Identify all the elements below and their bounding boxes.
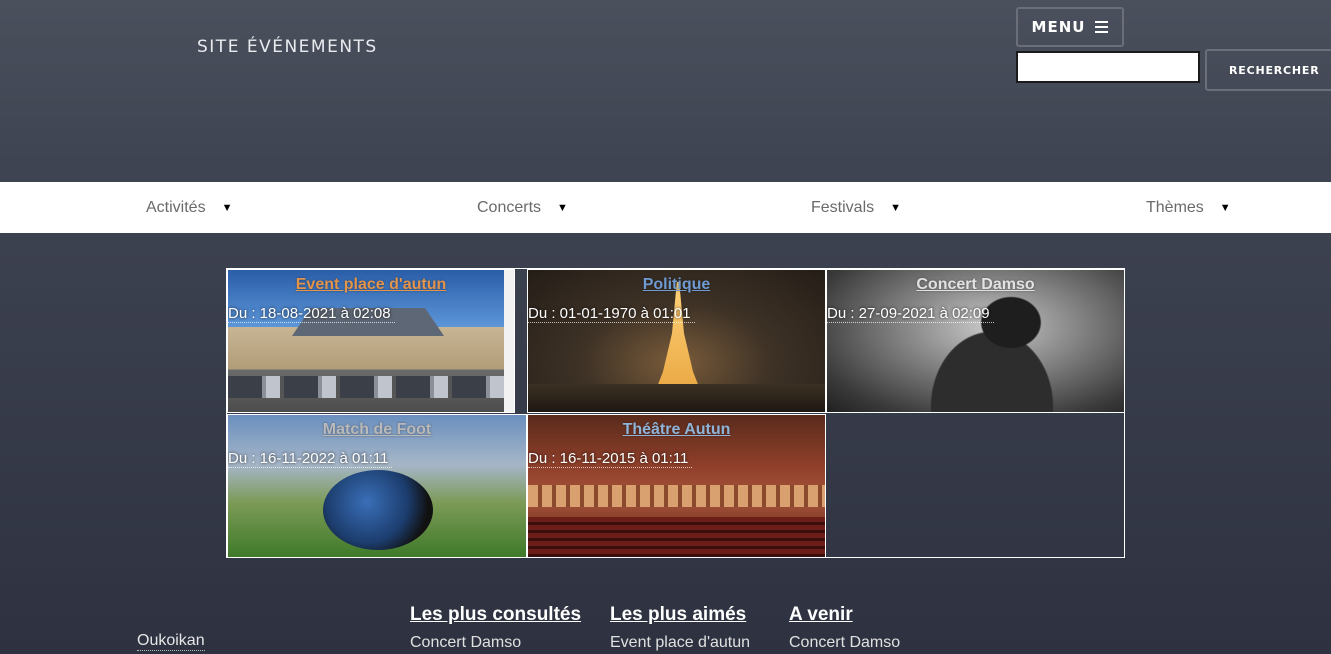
event-date: Du : 16-11-2015 à 01:11 — [528, 450, 693, 468]
nav-label: Festivals — [811, 198, 875, 216]
event-card[interactable]: Concert Damso Du : 27-09-2021 à 02:09 — [826, 269, 1125, 413]
footer-column-most-viewed: Les plus consultés Concert Damso — [410, 604, 581, 652]
search-input[interactable] — [1016, 51, 1200, 83]
nav-item-concerts[interactable]: Concerts ▼ — [477, 182, 568, 233]
footer-heading[interactable]: Les plus consultés — [410, 604, 581, 626]
footer-heading[interactable]: A venir — [789, 604, 900, 626]
dropdown-arrow-icon: ▼ — [221, 201, 233, 214]
footer-column-upcoming: A venir Concert Damso — [789, 604, 900, 652]
event-card[interactable]: Politique Du : 01-01-1970 à 01:01 — [527, 269, 826, 413]
nav-label: Thèmes — [1146, 198, 1204, 216]
event-date: Du : 01-01-1970 à 01:01 — [528, 305, 695, 323]
nav-label: Concerts — [477, 198, 542, 216]
events-grid: Event place d'autun Du : 18-08-2021 à 02… — [226, 268, 1125, 558]
event-title-link[interactable]: Match de Foot — [228, 421, 526, 439]
event-card[interactable]: Match de Foot Du : 16-11-2022 à 01:11 — [227, 414, 527, 558]
category-navbar: Activités ▼ Concerts ▼ Festivals ▼ Thème… — [0, 182, 1331, 233]
nav-item-themes[interactable]: Thèmes ▼ — [1146, 182, 1231, 233]
hamburger-icon — [1095, 21, 1109, 33]
menu-label: MENU — [1031, 18, 1086, 36]
dropdown-arrow-icon: ▼ — [890, 201, 902, 214]
nav-item-activites[interactable]: Activités ▼ — [146, 182, 232, 233]
event-title-link[interactable]: Théâtre Autun — [528, 421, 825, 439]
event-date: Du : 18-08-2021 à 02:08 — [228, 305, 395, 323]
footer-link[interactable]: Concert Damso — [410, 634, 581, 652]
nav-label: Activités — [146, 198, 206, 216]
footer-brand-link[interactable]: Oukoikan — [137, 632, 205, 651]
site-title[interactable]: SITE ÉVÉNEMENTS — [197, 37, 378, 57]
footer-link[interactable]: Event place d'autun — [610, 634, 750, 652]
footer-column-most-liked: Les plus aimés Event place d'autun — [610, 604, 750, 652]
footer-heading[interactable]: Les plus aimés — [610, 604, 750, 626]
nav-item-festivals[interactable]: Festivals ▼ — [811, 182, 901, 233]
event-title-link[interactable]: Concert Damso — [827, 276, 1124, 294]
dropdown-arrow-icon: ▼ — [1219, 201, 1231, 214]
dropdown-arrow-icon: ▼ — [557, 201, 568, 214]
event-title-link[interactable]: Event place d'autun — [228, 276, 514, 294]
footer-link[interactable]: Concert Damso — [789, 634, 900, 652]
event-date: Du : 16-11-2022 à 01:11 — [228, 450, 393, 468]
event-card[interactable]: Théâtre Autun Du : 16-11-2015 à 01:11 — [527, 414, 826, 558]
event-card[interactable]: Event place d'autun Du : 18-08-2021 à 02… — [227, 269, 515, 413]
event-date: Du : 27-09-2021 à 02:09 — [827, 305, 994, 323]
search-button[interactable]: RECHERCHER — [1205, 49, 1331, 91]
menu-button[interactable]: MENU — [1016, 7, 1124, 47]
event-title-link[interactable]: Politique — [528, 276, 825, 294]
